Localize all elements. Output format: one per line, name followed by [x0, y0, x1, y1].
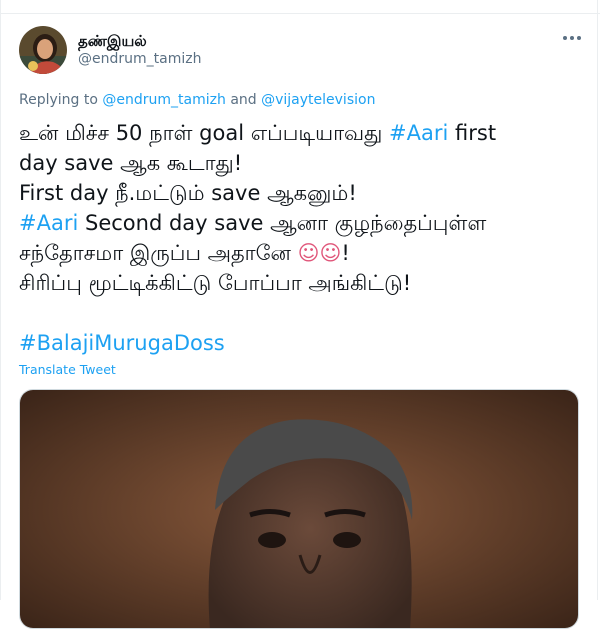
tweet-line-text: first — [455, 121, 497, 145]
tweet-line: day save ஆக கூடாது! — [19, 151, 243, 175]
hashtag-link[interactable]: #Aari — [389, 121, 448, 145]
top-divider — [1, 0, 600, 14]
tweet-media-image[interactable] — [19, 389, 579, 629]
translate-tweet-link[interactable]: Translate Tweet — [19, 362, 116, 377]
more-dot — [563, 36, 567, 40]
tweet-card: தண்இயல் @endrum_tamizh Replying to @endr… — [0, 0, 600, 629]
hashtag-link[interactable]: #Aari — [19, 211, 78, 235]
replying-to: Replying to @endrum_tamizh and @vijaytel… — [19, 92, 375, 108]
tweet-line-text: உன் மிச்ச 50 நாள் goal எப்படியாவது — [19, 121, 383, 145]
replying-user-link[interactable]: @endrum_tamizh — [102, 92, 225, 108]
tweet-line-text: Second day save ஆனா குழந்தைப்புள்ள — [85, 211, 487, 235]
tweet-line: சந்தோசமா இருப்ப அதானே ☺☺! — [19, 238, 589, 268]
tweet-line: First day நீ.மட்டும் save ஆகனும்! — [19, 181, 357, 205]
more-dot — [570, 36, 574, 40]
replying-prefix: Replying to — [19, 92, 98, 108]
smiling-face-emoji: ☺☺ — [297, 241, 342, 265]
more-icon[interactable] — [558, 30, 586, 46]
tweet-line: உன் மிச்ச 50 நாள் goal எப்படியாவது #Aari… — [19, 118, 589, 148]
tweet-text: உன் மிச்ச 50 நாள் goal எப்படியாவது #Aari… — [19, 118, 589, 358]
avatar-photo — [19, 26, 67, 74]
tweet-line: #Aari Second day save ஆனா குழந்தைப்புள்ள — [19, 208, 589, 238]
replying-and: and — [230, 92, 257, 108]
tweet-line: சிரிப்பு மூட்டிக்கிட்டு போப்பா அங்கிட்டு… — [19, 271, 412, 295]
display-name[interactable]: தண்இயல் — [78, 32, 147, 52]
tweet-line-text: ! — [341, 241, 350, 265]
user-handle[interactable]: @endrum_tamizh — [78, 51, 201, 67]
avatar[interactable] — [19, 26, 67, 74]
replying-user-link[interactable]: @vijaytelevision — [261, 92, 375, 108]
tweet-line-text: சந்தோசமா இருப்ப அதானே — [19, 241, 291, 265]
more-dot — [577, 36, 581, 40]
media-photo — [20, 390, 578, 628]
hashtag-link[interactable]: #BalajiMurugaDoss — [19, 328, 589, 358]
